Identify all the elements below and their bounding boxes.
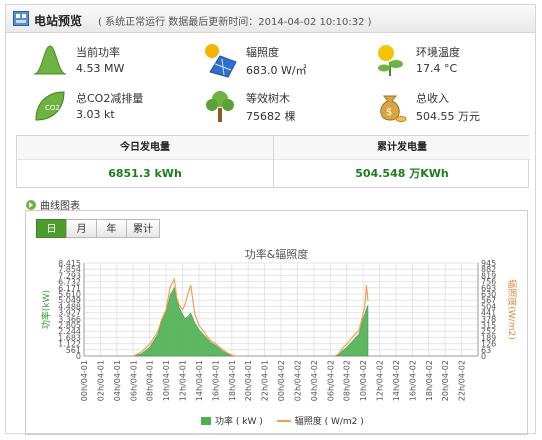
x-tick-label: 16h/04-01 xyxy=(211,360,220,401)
metric-label: 总CO2减排量 xyxy=(76,92,144,105)
y-axis-label-right: 辐照度(W/m2) xyxy=(506,279,518,339)
metric-label: 等效树木 xyxy=(246,92,290,105)
x-tick-label: 00h/04-02 xyxy=(277,360,286,401)
legend-power-label: 功率 ( kW ) xyxy=(215,417,263,427)
metric-label: 当前功率 xyxy=(76,46,120,59)
x-tick-label: 08h/04-02 xyxy=(343,360,352,401)
metric-irradiance: 辐照度 683.0 W/㎡ xyxy=(202,42,362,86)
x-tick-label: 14h/04-02 xyxy=(392,360,401,401)
tree-icon xyxy=(206,91,234,122)
x-tick-label: 06h/04-02 xyxy=(326,360,335,401)
metric-trees: 等效树木 75682 棵 xyxy=(202,88,362,132)
chart-legend: 功率 ( kW ) 辐照度 ( W/m2 ) xyxy=(201,414,364,427)
x-tick-label: 22h/04-02 xyxy=(458,360,467,401)
x-tick-label: 04h/04-02 xyxy=(310,360,319,401)
x-tick-label: 14h/04-01 xyxy=(195,360,204,401)
legend-irradiance-label: 辐照度 ( W/m2 ) xyxy=(294,417,364,427)
x-tick-label: 22h/04-01 xyxy=(261,360,270,401)
x-tick-label: 20h/04-01 xyxy=(244,360,253,401)
chart-container: 日 月 年 累计 功率&辐照度 8.415 945 7.854 882 7.293 819… xyxy=(25,210,528,435)
money-bag-icon: $ xyxy=(380,95,407,122)
panel-title: 电站预览 xyxy=(34,14,83,28)
x-tick-label: 04h/04-01 xyxy=(113,360,122,401)
total-energy-label: 累计发电量 xyxy=(274,136,530,160)
today-energy-value: 6851.3 kWh xyxy=(108,167,182,180)
leaf-co2-icon: CO2 xyxy=(35,91,65,121)
x-tick-label: 00h/04-01 xyxy=(80,360,89,401)
x-tick-label: 02h/04-01 xyxy=(96,360,105,401)
total-energy-cell: 累计发电量 504.548 万KWh xyxy=(274,136,530,187)
x-tick-label: 12h/04-02 xyxy=(376,360,385,401)
panel-header: 电站预览 ( 系统正常运行 数据最后更新时间：2014-04-02 10:10:… xyxy=(6,5,535,33)
today-energy-cell: 今日发电量 6851.3 kWh xyxy=(17,136,273,187)
metric-value: 75682 棵 xyxy=(246,110,296,123)
metric-value: 3.03 kt xyxy=(76,108,115,121)
metric-co2: CO2 总CO2减排量 3.03 kt xyxy=(32,88,192,132)
x-tick-label: 12h/04-01 xyxy=(179,360,188,401)
metric-value: 683.0 W/㎡ xyxy=(246,64,307,77)
status-text: ( 系统正常运行 数据最后更新时间：2014-04-02 10:10:32 ) xyxy=(98,17,372,28)
power-curve-icon xyxy=(33,45,67,75)
y-tick-right: 0 xyxy=(481,352,486,361)
legend-power-swatch xyxy=(201,416,211,425)
sun-plant-icon xyxy=(378,45,403,76)
metric-value: 17.4 °C xyxy=(416,62,458,75)
x-tick-label: 08h/04-01 xyxy=(146,360,155,401)
metric-temperature: 环境温度 17.4 °C xyxy=(372,42,532,86)
metric-label: 总收入 xyxy=(416,92,449,105)
metric-label: 环境温度 xyxy=(416,46,460,59)
svg-text:$: $ xyxy=(386,107,392,118)
metric-label: 辐照度 xyxy=(246,46,279,59)
solar-panel-icon xyxy=(205,44,237,78)
x-tick-label: 18h/04-01 xyxy=(228,360,237,401)
metric-value: 504.55 万元 xyxy=(416,110,480,123)
metric-revenue: $ 总收入 504.55 万元 xyxy=(372,88,532,132)
x-tick-label: 10h/04-01 xyxy=(162,360,171,401)
y-tick-left: 0 xyxy=(76,352,81,361)
station-icon xyxy=(13,11,29,26)
legend-irradiance-swatch xyxy=(276,419,291,422)
y-axis-label-left: 功率(kW) xyxy=(40,290,52,329)
x-tick-label: 02h/04-02 xyxy=(293,360,302,401)
svg-text:CO2: CO2 xyxy=(45,104,60,112)
x-tick-label: 16h/04-02 xyxy=(408,360,417,401)
x-tick-label: 10h/04-02 xyxy=(359,360,368,401)
today-energy-label: 今日发电量 xyxy=(17,136,273,160)
arrow-right-icon xyxy=(26,200,36,210)
total-energy-value: 504.548 万KWh xyxy=(355,167,449,180)
x-tick-label: 18h/04-02 xyxy=(425,360,434,401)
power-irradiance-chart: 8.415 9457.854 8827.293 8196.732 7566.171 693… xyxy=(40,259,518,401)
station-overview-panel: 电站预览 ( 系统正常运行 数据最后更新时间：2014-04-02 10:10:… xyxy=(5,4,536,435)
energy-summary: 今日发电量 6851.3 kWh 累计发电量 504.548 万KWh xyxy=(16,135,530,188)
x-tick-label: 20h/04-02 xyxy=(441,360,450,401)
metric-value: 4.53 MW xyxy=(76,62,125,75)
x-tick-label: 06h/04-01 xyxy=(129,360,138,401)
metric-current-power: 当前功率 4.53 MW xyxy=(32,42,192,86)
